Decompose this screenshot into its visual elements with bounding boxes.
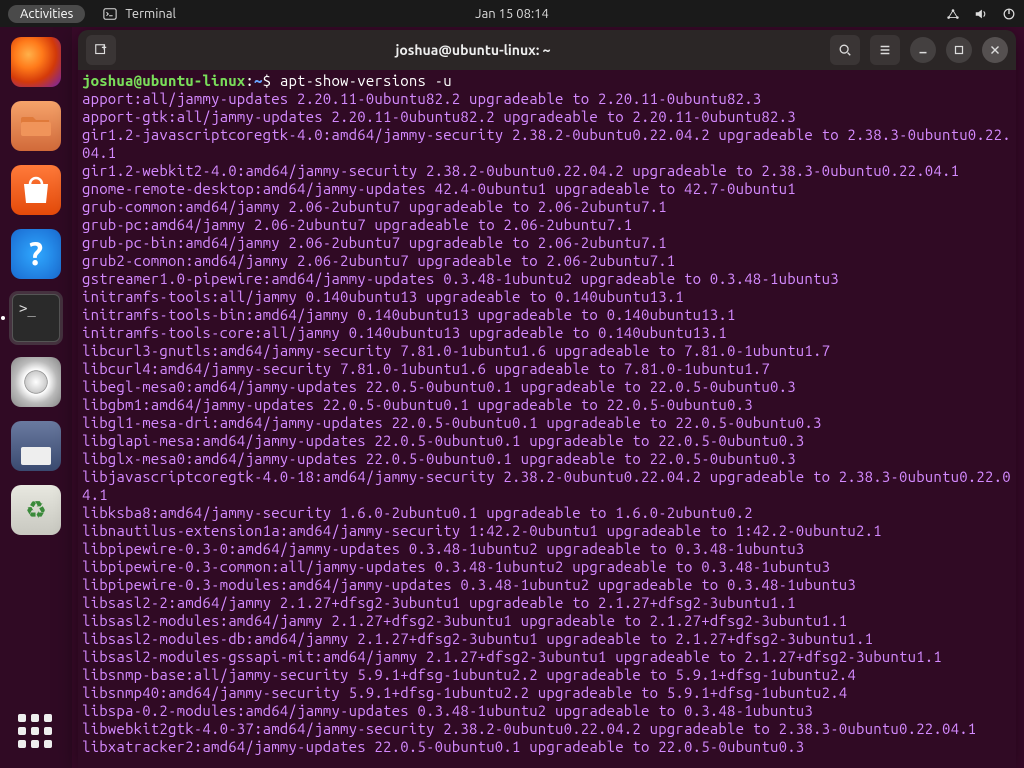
gnome-top-bar: Activities Terminal Jan 15 08:14 [0,0,1024,27]
output-line: libsasl2-modules-db:amd64/jammy 2.1.27+d… [82,630,1012,648]
output-line: libgl1-mesa-dri:amd64/jammy-updates 22.0… [82,414,1012,432]
current-app-label: Terminal [125,7,176,21]
output-line: libglapi-mesa:amd64/jammy-updates 22.0.5… [82,432,1012,450]
output-line: libcurl4:amd64/jammy-security 7.81.0-1ub… [82,360,1012,378]
output-line: gir1.2-webkit2-4.0:amd64/jammy-security … [82,162,1012,180]
output-line: grub-pc:amd64/jammy 2.06-2ubuntu7 upgrad… [82,216,1012,234]
maximize-button[interactable] [946,37,972,63]
dock-app-terminal[interactable]: >_ [11,293,61,343]
close-button[interactable] [982,37,1008,63]
system-tray [946,7,1016,21]
output-line: grub-pc-bin:amd64/jammy 2.06-2ubuntu7 up… [82,234,1012,252]
output-line: libnautilus-extension1a:amd64/jammy-secu… [82,522,1012,540]
folder-icon [21,114,51,138]
prompt-userhost: joshua@ubuntu-linux [82,72,245,89]
minimize-icon [916,43,930,57]
output-line: libksba8:amd64/jammy-security 1.6.0-2ubu… [82,504,1012,522]
output-line: libxatracker2:amd64/jammy-updates 22.0.5… [82,738,1012,756]
minimize-button[interactable] [910,37,936,63]
new-tab-button[interactable] [86,35,116,65]
dock: ? >_ ♻ [0,27,72,768]
terminal-small-icon [103,7,117,21]
terminal-output[interactable]: joshua@ubuntu-linux:~$ apt-show-versions… [78,70,1016,768]
dock-app-software[interactable] [11,165,61,215]
output-line: libpipewire-0.3-modules:amd64/jammy-upda… [82,576,1012,594]
dock-app-help[interactable]: ? [11,229,61,279]
terminal-titlebar: joshua@ubuntu-linux: ~ [78,30,1016,70]
maximize-icon [952,43,966,57]
current-app-indicator[interactable]: Terminal [103,7,176,21]
terminal-icon: >_ [12,294,60,342]
output-line: libsnmp40:amd64/jammy-security 5.9.1+dfs… [82,684,1012,702]
volume-icon[interactable] [974,7,988,21]
recycle-icon: ♻ [25,496,47,524]
close-icon [988,43,1002,57]
output-line: grub-common:amd64/jammy 2.06-2ubuntu7 up… [82,198,1012,216]
dock-app-firefox[interactable] [11,37,61,87]
output-line: libspa-0.2-modules:amd64/jammy-updates 0… [82,702,1012,720]
clock[interactable]: Jan 15 08:14 [475,7,549,21]
dock-app-screenshot[interactable] [11,421,61,471]
output-line: grub2-common:amd64/jammy 2.06-2ubuntu7 u… [82,252,1012,270]
output-line: initramfs-tools:all/jammy 0.140ubuntu13 … [82,288,1012,306]
dock-app-disc[interactable] [11,357,61,407]
terminal-window: joshua@ubuntu-linux: ~ joshua@ubuntu-lin… [78,30,1016,768]
search-button[interactable] [830,35,860,65]
question-mark-icon: ? [29,236,43,272]
output-line: apport-gtk:all/jammy-updates 2.20.11-0ub… [82,108,1012,126]
output-line: gir1.2-javascriptcoregtk-4.0:amd64/jammy… [82,126,1012,162]
output-line: libsasl2-modules-gssapi-mit:amd64/jammy … [82,648,1012,666]
output-line: gnome-remote-desktop:amd64/jammy-updates… [82,180,1012,198]
dock-app-trash[interactable]: ♻ [11,485,61,535]
output-line: libwebkit2gtk-4.0-37:amd64/jammy-securit… [82,720,1012,738]
output-line: libgbm1:amd64/jammy-updates 22.0.5-0ubun… [82,396,1012,414]
window-title: joshua@ubuntu-linux: ~ [124,42,822,58]
output-line: initramfs-tools-bin:amd64/jammy 0.140ubu… [82,306,1012,324]
output-line: libpipewire-0.3-common:all/jammy-updates… [82,558,1012,576]
prompt-line: joshua@ubuntu-linux:~$ apt-show-versions… [82,72,1012,90]
output-line: libegl-mesa0:amd64/jammy-updates 22.0.5-… [82,378,1012,396]
network-icon[interactable] [946,7,960,21]
output-line: libsnmp-base:all/jammy-security 5.9.1+df… [82,666,1012,684]
output-line: libpipewire-0.3-0:amd64/jammy-updates 0.… [82,540,1012,558]
power-icon[interactable] [1002,7,1016,21]
prompt-path: ~ [254,72,263,89]
new-tab-icon [94,43,108,57]
activities-button[interactable]: Activities [8,5,85,23]
output-line: libcurl3-gnutls:amd64/jammy-security 7.8… [82,342,1012,360]
prompt-command: apt-show-versions -u [280,72,452,89]
output-line: initramfs-tools-core:all/jammy 0.140ubun… [82,324,1012,342]
output-line: libsasl2-2:amd64/jammy 2.1.27+dfsg2-3ubu… [82,594,1012,612]
output-line: libsasl2-modules:amd64/jammy 2.1.27+dfsg… [82,612,1012,630]
search-icon [838,43,852,57]
output-line: libglx-mesa0:amd64/jammy-updates 22.0.5-… [82,450,1012,468]
output-line: libjavascriptcoregtk-4.0-18:amd64/jammy-… [82,468,1012,504]
shopping-bag-icon [19,175,53,205]
hamburger-icon [878,43,892,57]
dock-app-files[interactable] [11,101,61,151]
output-line: apport:all/jammy-updates 2.20.11-0ubuntu… [82,90,1012,108]
hamburger-menu-button[interactable] [870,35,900,65]
show-applications-button[interactable] [18,714,54,750]
output-line: gstreamer1.0-pipewire:amd64/jammy-update… [82,270,1012,288]
